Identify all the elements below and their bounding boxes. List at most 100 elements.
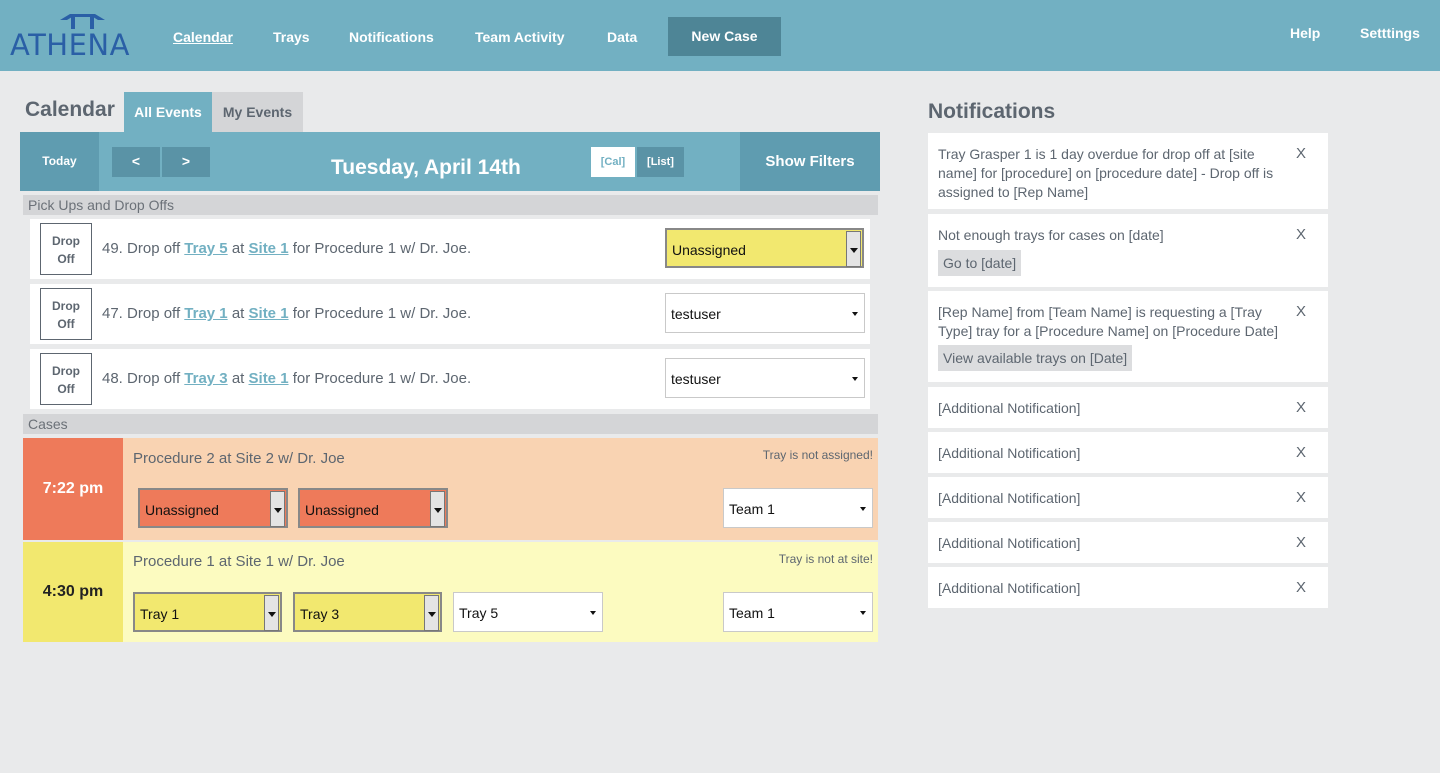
logo-text: ATHENA [10,28,130,62]
dropoff-icon-line1: Drop [52,234,80,248]
close-icon[interactable]: X [1296,145,1306,162]
notifications-title: Notifications [928,100,1056,123]
notification-text: [Rep Name] from [Team Name] is requestin… [938,304,1279,339]
tray-select[interactable]: Tray 5 [453,592,603,632]
view-trays-button[interactable]: View available trays on [Date] [938,345,1133,371]
top-nav-bar: ATHENA Calendar Trays Notifications Team… [0,0,1440,71]
assignee-select[interactable]: testuser [665,358,865,398]
assignee-select[interactable]: Unassigned [665,228,864,268]
team-select-value: Team 1 [729,605,775,621]
dropoff-row: Drop Off 48. Drop off Tray 3 at Site 1 f… [30,349,870,409]
nav-team-activity[interactable]: Team Activity [475,29,564,45]
case-row: 4:30 pm Procedure 1 at Site 1 w/ Dr. Joe… [23,542,878,642]
close-icon[interactable]: X [1296,226,1306,243]
tray-select-value: Unassigned [305,502,379,518]
nav-trays[interactable]: Trays [273,29,310,45]
calendar-title: Calendar [25,98,115,121]
case-title: Procedure 1 at Site 1 w/ Dr. Joe [133,553,345,570]
close-icon[interactable]: X [1296,444,1306,461]
chevron-down-icon [424,595,439,631]
calendar-toolbar: Today < > Tuesday, April 14th [Cal] [Lis… [20,132,880,191]
cases-section-header: Cases [23,414,878,434]
chevron-down-icon [852,377,858,381]
tray-select-value: Tray 3 [300,606,340,622]
go-to-date-button[interactable]: Go to [date] [938,250,1022,276]
team-select-value: Team 1 [729,501,775,517]
nav-calendar[interactable]: Calendar [173,29,233,45]
at-text: at [227,305,249,322]
site-link[interactable]: Site 1 [249,370,289,387]
site-link[interactable]: Site 1 [249,305,289,322]
assignee-value: Unassigned [672,242,746,258]
chevron-down-icon [264,595,279,631]
new-case-button[interactable]: New Case [668,17,781,56]
next-day-button[interactable]: > [162,147,210,177]
tray-link[interactable]: Tray 3 [184,370,227,387]
dropoff-icon-line2: Off [57,382,75,396]
case-body: Procedure 2 at Site 2 w/ Dr. Joe Tray is… [123,438,878,540]
today-button[interactable]: Today [20,132,99,191]
assignee-select[interactable]: testuser [665,293,865,333]
chevron-down-icon [860,507,866,511]
procedure-text: for Procedure 1 w/ Dr. Joe. [288,240,472,257]
nav-data[interactable]: Data [607,29,637,45]
tray-select[interactable]: Unassigned [138,488,288,528]
tray-select[interactable]: Tray 3 [293,592,442,632]
team-select[interactable]: Team 1 [723,592,873,632]
case-time: 4:30 pm [23,542,123,642]
nav-notifications[interactable]: Notifications [349,29,434,45]
cal-view-button[interactable]: [Cal] [591,147,635,177]
close-icon[interactable]: X [1296,303,1306,320]
assignee-value: testuser [671,306,721,322]
tray-link[interactable]: Tray 1 [184,305,227,322]
dropoff-icon-line1: Drop [52,364,80,378]
dropoff-icon: Drop Off [40,353,92,405]
notification-card: [Additional Notification] X [928,432,1328,473]
notification-card: [Additional Notification] X [928,477,1328,518]
tray-select-value: Tray 1 [140,606,180,622]
notification-text: Not enough trays for cases on [date] [938,227,1164,243]
site-link[interactable]: Site 1 [249,240,289,257]
tray-select[interactable]: Unassigned [298,488,448,528]
chevron-down-icon [846,231,861,267]
team-select[interactable]: Team 1 [723,488,873,528]
case-warning: Tray is not assigned! [762,448,873,462]
notification-card: [Additional Notification] X [928,522,1328,563]
nav-help[interactable]: Help [1290,25,1320,41]
tray-link[interactable]: Tray 5 [184,240,227,257]
notification-card: Not enough trays for cases on [date] X G… [928,214,1328,287]
at-text: at [227,240,249,257]
dropoff-icon-line2: Off [57,252,75,266]
tab-my-events[interactable]: My Events [212,92,303,132]
chevron-down-icon [860,611,866,615]
notification-text: [Additional Notification] [938,580,1081,596]
notification-card: [Additional Notification] X [928,387,1328,428]
dropoff-description: 49. Drop off Tray 5 at Site 1 for Proced… [102,240,471,257]
dropoff-row: Drop Off 49. Drop off Tray 5 at Site 1 f… [30,219,870,279]
case-warning: Tray is not at site! [778,552,873,566]
show-filters-button[interactable]: Show Filters [740,132,880,191]
dropoff-icon: Drop Off [40,223,92,275]
dropoff-number: 49. Drop off [102,240,185,257]
notification-text: [Additional Notification] [938,445,1081,461]
tab-all-events[interactable]: All Events [124,92,212,132]
current-date: Tuesday, April 14th [331,156,521,179]
athena-logo[interactable]: ATHENA [10,14,145,62]
notification-card: [Additional Notification] X [928,567,1328,608]
dropoff-icon: Drop Off [40,288,92,340]
prev-day-button[interactable]: < [112,147,160,177]
nav-settings[interactable]: Setttings [1360,25,1420,41]
close-icon[interactable]: X [1296,534,1306,551]
dropoff-number: 48. Drop off [102,370,185,387]
close-icon[interactable]: X [1296,579,1306,596]
close-icon[interactable]: X [1296,399,1306,416]
notification-text: [Additional Notification] [938,535,1081,551]
tray-select-value: Tray 5 [459,605,499,621]
list-view-button[interactable]: [List] [637,147,684,177]
dropoff-description: 48. Drop off Tray 3 at Site 1 for Proced… [102,370,471,387]
pickups-section-header: Pick Ups and Drop Offs [23,195,878,215]
dropoff-icon-line2: Off [57,317,75,331]
close-icon[interactable]: X [1296,489,1306,506]
tray-select[interactable]: Tray 1 [133,592,282,632]
at-text: at [227,370,249,387]
